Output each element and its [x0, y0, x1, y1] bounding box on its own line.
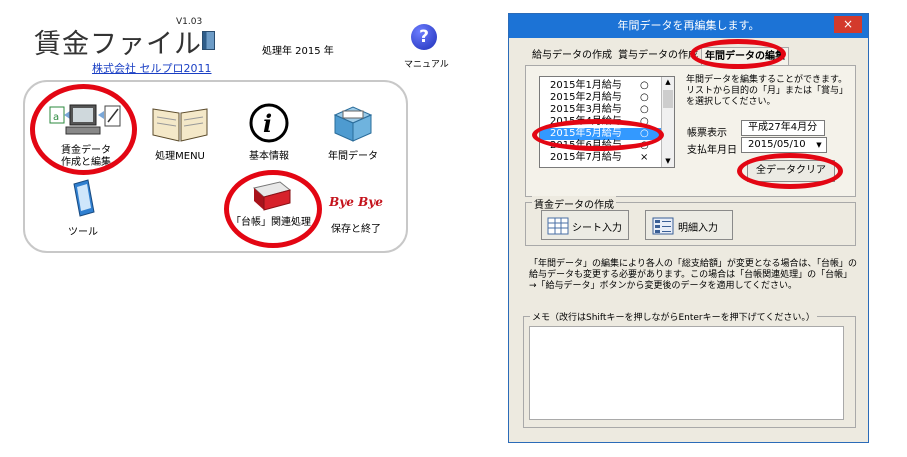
- pay-month-value: 2015/05/10: [748, 139, 806, 150]
- chevron-down-icon[interactable]: ▼: [813, 139, 825, 151]
- list-scrollbar[interactable]: ▲ ▼: [661, 77, 674, 167]
- wage-data-label-1: 賃金データ: [61, 145, 111, 156]
- tools-label: ツール: [68, 227, 98, 238]
- main-menu-panel: 賃金ファイル V1.03 処理年 2015 年 株式会社 セルプロ2011 ? …: [0, 0, 470, 457]
- clear-all-button[interactable]: 全データクリア: [747, 160, 835, 182]
- save-exit-label: 保存と終了: [331, 224, 381, 235]
- wage-data-button[interactable]: a 賃金データ 作成と編集: [43, 103, 129, 168]
- month-listbox[interactable]: 2015年1月給与 ○ 2015年2月給与 ○ 2015年3月給与 ○ 2015年4月…: [539, 76, 675, 168]
- detail-input-label: 明細入力: [678, 223, 718, 234]
- scroll-down-icon[interactable]: ▼: [662, 156, 674, 167]
- sheet-input-button[interactable]: シート入力: [541, 210, 629, 240]
- sheet-input-label: シート入力: [572, 223, 622, 234]
- list-item[interactable]: 2015年7月給与 ×: [540, 152, 664, 164]
- edit-description: 年間データを編集することができます。リストから目的の「月」または「賞与」を選択し…: [686, 75, 849, 107]
- svg-text:a: a: [53, 112, 59, 123]
- version-label: V1.03: [176, 17, 203, 27]
- tab-bonus-create[interactable]: 賞与データの作成: [615, 47, 701, 65]
- tools-button[interactable]: ツール: [52, 178, 114, 240]
- basic-info-button[interactable]: i 基本情報: [236, 103, 302, 163]
- file-box-icon: [333, 106, 373, 142]
- memo-label: メモ（改行はShiftキーを押しながらEnterキーを押下げてください。）: [530, 310, 817, 323]
- help-icon[interactable]: ?: [411, 24, 437, 50]
- red-binder-icon: [252, 181, 292, 211]
- phone-tool-icon: [73, 179, 95, 217]
- report-label: 帳票表示: [687, 128, 727, 139]
- creation-group-label: 賃金データの作成: [532, 196, 616, 211]
- processing-year: 処理年 2015 年: [262, 46, 334, 57]
- info-icon: i: [249, 103, 289, 143]
- ledger-processing-button[interactable]: 「台帳」関連処理: [226, 180, 316, 232]
- annual-data-dialog: 年間データを再編集します。 × 給与データの作成 賞与データの作成 年間データの…: [508, 13, 869, 443]
- list-item[interactable]: 2015年6月給与 ○: [540, 140, 664, 152]
- book-icon: [202, 31, 215, 50]
- wage-data-label-2: 作成と編集: [61, 157, 111, 168]
- pay-month-combo[interactable]: 2015/05/10 ▼: [741, 137, 827, 153]
- scroll-thumb[interactable]: [663, 90, 673, 108]
- list-item-selected[interactable]: 2015年5月給与 ○: [540, 128, 664, 140]
- process-menu-button[interactable]: 処理MENU: [145, 103, 215, 163]
- app-title: 賃金ファイル: [34, 29, 202, 60]
- bye-bye-logo: Bye Bye: [329, 195, 383, 209]
- tab-salary-create[interactable]: 給与データの作成: [529, 47, 615, 65]
- annual-data-button[interactable]: 年間データ: [318, 103, 388, 163]
- scroll-up-icon[interactable]: ▲: [662, 77, 674, 88]
- list-item[interactable]: 2015年2月給与 ○: [540, 92, 664, 104]
- annual-data-label: 年間データ: [328, 151, 378, 162]
- detail-input-button[interactable]: 明細入力: [645, 210, 733, 240]
- list-item[interactable]: 2015年1月給与 ○: [540, 80, 664, 92]
- list-item[interactable]: 2015年3月給与 ○: [540, 104, 664, 116]
- save-exit-button[interactable]: Bye Bye 保存と終了: [325, 196, 387, 242]
- detail-list-icon: [652, 217, 674, 235]
- computer-document-icon: a: [49, 104, 121, 135]
- pay-month-label: 支払年月日: [687, 145, 737, 156]
- basic-info-label: 基本情報: [249, 151, 289, 162]
- ledger-processing-label: 「台帳」関連処理: [231, 217, 311, 228]
- ledger-update-note: 「年間データ」の編集により各人の「総支給額」が変更となる場合は、「台帳」の給与デ…: [529, 259, 858, 291]
- open-book-icon: [152, 108, 208, 142]
- process-menu-label: 処理MENU: [155, 151, 205, 162]
- tab-annual-edit[interactable]: 年間データの編集: [701, 47, 789, 65]
- list-item[interactable]: 2015年4月給与 ○: [540, 116, 664, 128]
- company-link[interactable]: 株式会社 セルプロ2011: [92, 60, 212, 76]
- memo-textarea[interactable]: [529, 326, 844, 420]
- close-button[interactable]: ×: [834, 16, 862, 33]
- spreadsheet-icon: [547, 217, 569, 235]
- manual-label: マニュアル: [404, 60, 449, 70]
- svg-text:i: i: [263, 109, 272, 138]
- dialog-title: 年間データを再編集します。: [509, 14, 868, 38]
- report-display-field[interactable]: 平成27年4月分: [741, 120, 825, 136]
